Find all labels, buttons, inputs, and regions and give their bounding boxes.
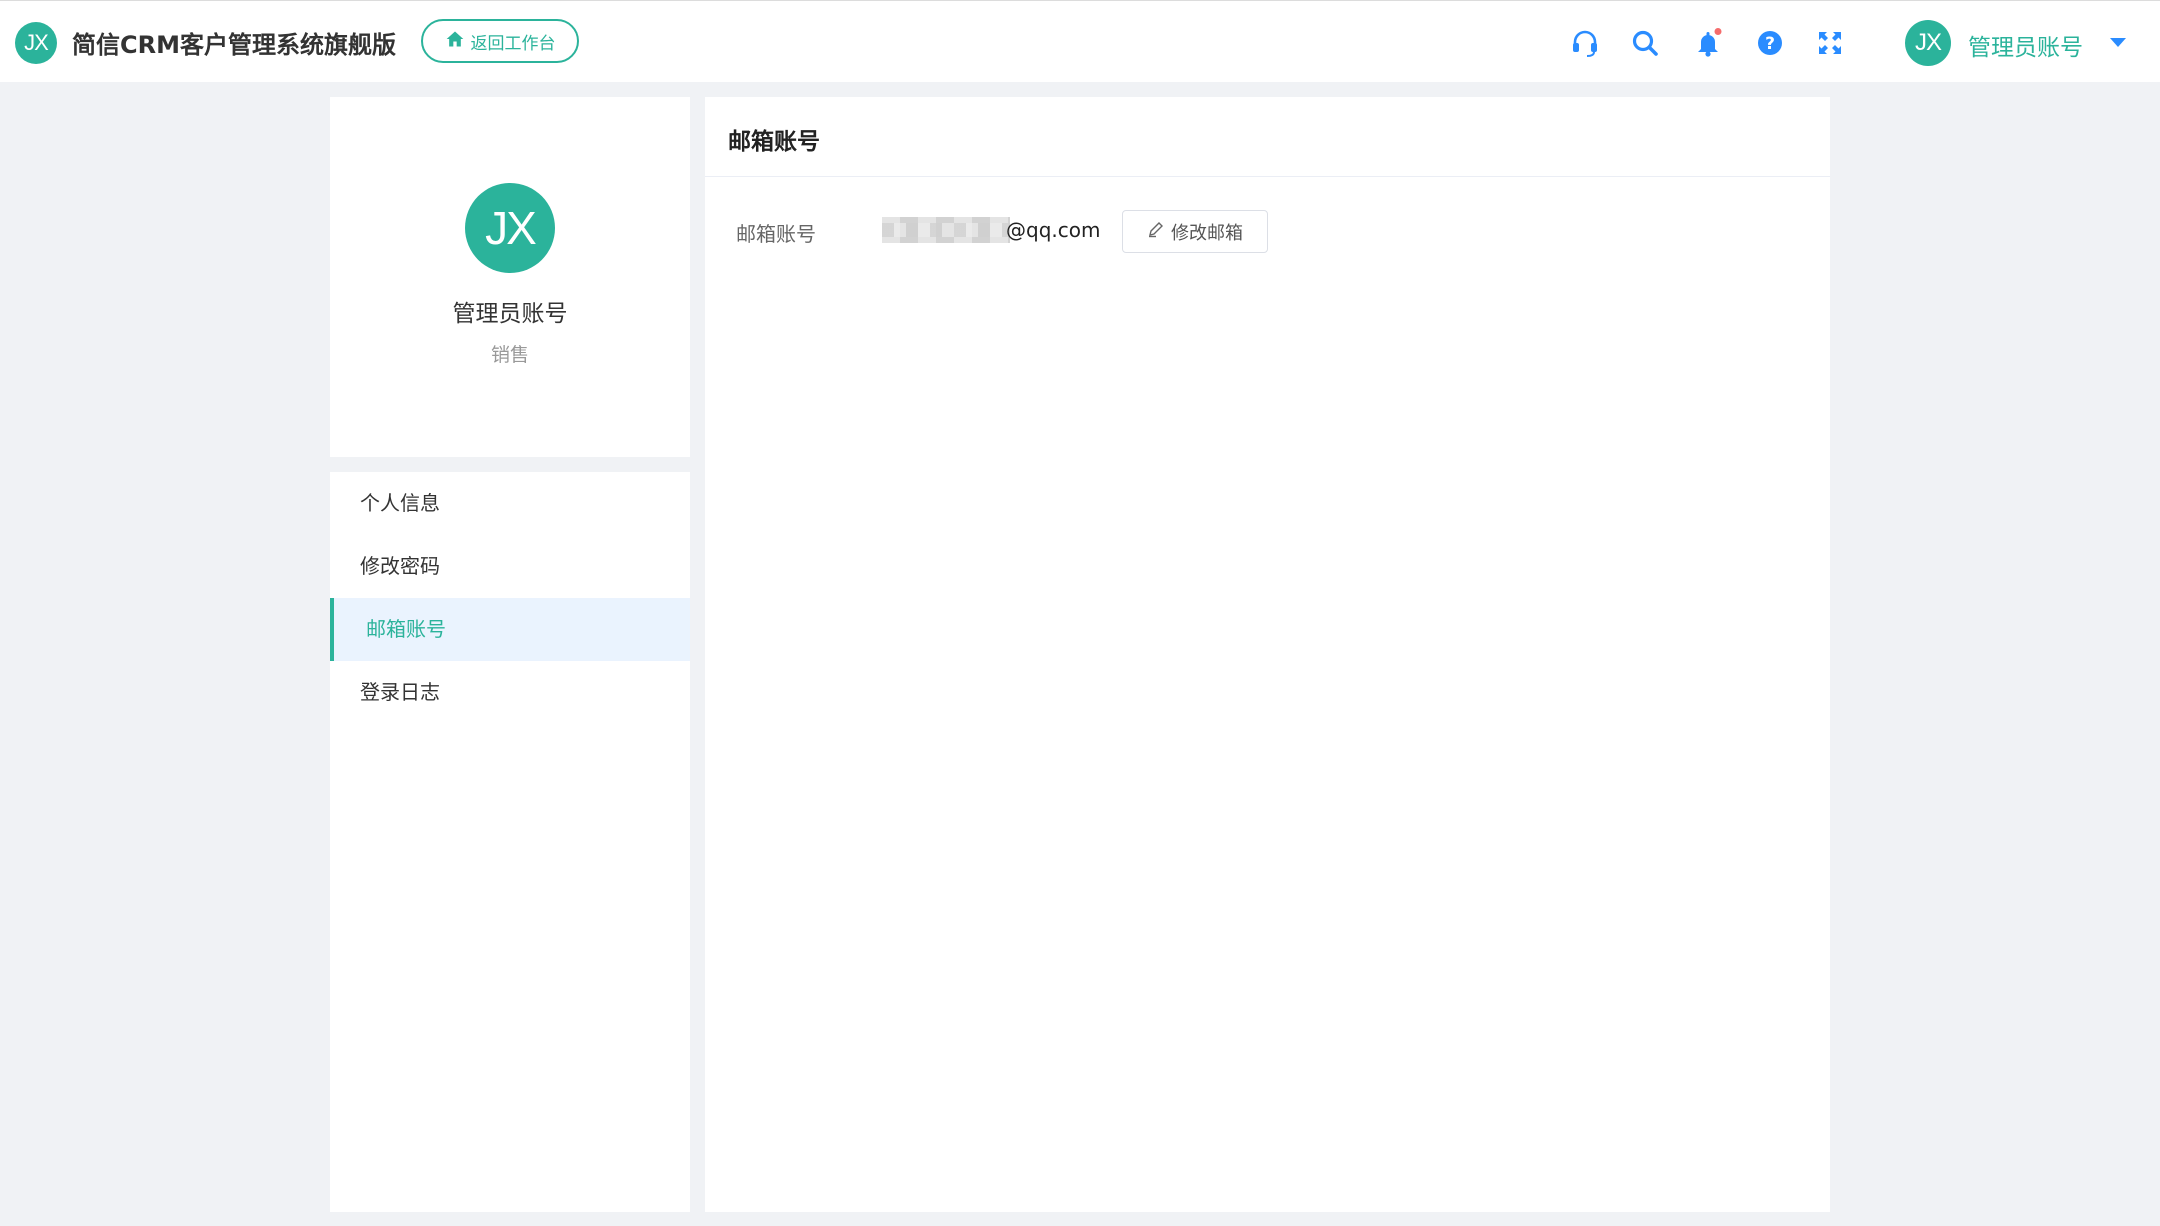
back-button-label: 返回工作台 bbox=[470, 33, 556, 54]
fullscreen-icon[interactable] bbox=[1815, 28, 1845, 58]
user-avatar[interactable]: JX bbox=[1905, 20, 1951, 66]
menu-item-change-password[interactable]: 修改密码 bbox=[330, 535, 690, 598]
svg-text:?: ? bbox=[1765, 34, 1775, 54]
page-title: 邮箱账号 bbox=[728, 129, 820, 155]
app-logo: JX bbox=[15, 22, 57, 64]
menu-item-login-log[interactable]: 登录日志 bbox=[330, 661, 690, 724]
main-panel: 邮箱账号 邮箱账号 @qq.com 修改邮箱 bbox=[705, 97, 1830, 1212]
profile-role: 销售 bbox=[490, 344, 529, 366]
panel-header: 邮箱账号 bbox=[705, 97, 1830, 177]
chevron-down-icon[interactable] bbox=[2110, 38, 2126, 47]
profile-name: 管理员账号 bbox=[452, 301, 568, 327]
edit-icon bbox=[1147, 220, 1165, 243]
profile-avatar: JX bbox=[465, 183, 555, 273]
profile-card: JX 管理员账号 销售 bbox=[330, 97, 690, 457]
search-icon[interactable] bbox=[1630, 28, 1660, 58]
headset-icon[interactable] bbox=[1570, 28, 1600, 58]
top-bar: JX 简信CRM客户管理系统旗舰版 返回工作台 ? JX 管理员账号 bbox=[0, 0, 2160, 82]
email-field-label: 邮箱账号 bbox=[736, 222, 816, 246]
app-title: 简信CRM客户管理系统旗舰版 bbox=[72, 31, 396, 59]
user-name[interactable]: 管理员账号 bbox=[1968, 28, 2083, 62]
edit-email-button[interactable]: 修改邮箱 bbox=[1122, 210, 1268, 253]
settings-menu: 个人信息 修改密码 邮箱账号 登录日志 bbox=[330, 472, 690, 1212]
back-to-workbench-button[interactable]: 返回工作台 bbox=[421, 19, 579, 63]
edit-email-label: 修改邮箱 bbox=[1171, 222, 1243, 244]
help-icon[interactable]: ? bbox=[1755, 28, 1785, 58]
email-value: @qq.com bbox=[1006, 218, 1101, 242]
bell-icon[interactable] bbox=[1693, 28, 1723, 58]
home-icon bbox=[445, 29, 465, 54]
email-masked-part bbox=[882, 217, 1010, 243]
menu-item-personal-info[interactable]: 个人信息 bbox=[330, 472, 690, 535]
menu-item-email-account[interactable]: 邮箱账号 bbox=[330, 598, 690, 661]
